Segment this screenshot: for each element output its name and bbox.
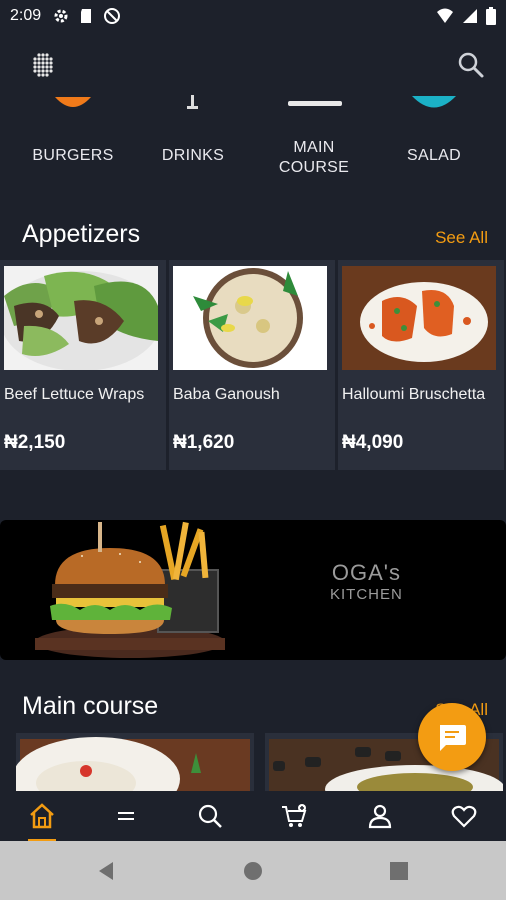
category-salad[interactable]: SALAD: [374, 95, 494, 166]
dots-grid-icon: [33, 53, 53, 77]
burger-fries-image: [35, 521, 225, 658]
cart-icon: [282, 804, 307, 827]
profile-icon: [368, 804, 392, 829]
product-name: Beef Lettuce Wraps: [4, 386, 145, 403]
grid-menu-button[interactable]: [28, 50, 58, 80]
main-course-thumbnail: [288, 101, 342, 106]
settings-icon: [54, 9, 68, 23]
nav-cart[interactable]: [252, 791, 336, 841]
product-image: [16, 737, 250, 791]
product-name: Baba Ganoush: [173, 386, 280, 403]
home-icon: [30, 803, 54, 829]
category-label: DRINKS: [161, 147, 225, 164]
appetizers-see-all-link[interactable]: See All: [435, 228, 488, 248]
salad-thumbnail: [412, 96, 456, 108]
sd-card-icon: [81, 9, 92, 23]
nav-search[interactable]: [168, 791, 252, 841]
menu-icon: [118, 812, 134, 820]
back-icon[interactable]: [96, 860, 118, 882]
status-time: 2:09: [10, 7, 42, 24]
category-burgers[interactable]: BURGERS: [13, 95, 133, 166]
heart-icon: [451, 805, 477, 828]
search-icon: [198, 804, 222, 828]
product-image: [4, 266, 158, 370]
wifi-icon: [437, 8, 453, 23]
chat-fab-button[interactable]: [418, 703, 486, 771]
search-button[interactable]: [456, 50, 486, 80]
burger-thumbnail: [55, 97, 91, 107]
product-card[interactable]: Beef Lettuce Wraps ₦2,150: [0, 260, 166, 470]
do-not-disturb-icon: [104, 8, 121, 24]
home-button-icon[interactable]: [242, 860, 264, 882]
brand-line1: OGA's: [331, 560, 401, 585]
bottom-navigation: [0, 791, 506, 841]
category-row: BURGERS DRINKS MAIN COURSE SALAD: [0, 95, 506, 185]
recents-icon[interactable]: [388, 860, 410, 882]
product-image: [173, 266, 327, 370]
battery-icon: [486, 7, 496, 25]
category-label-line2: COURSE: [278, 159, 350, 176]
main-course-title: Main course: [22, 692, 159, 720]
product-name: Halloumi Bruschetta: [342, 386, 486, 403]
category-label: MAIN: [293, 139, 335, 156]
product-price: ₦2,150: [4, 432, 66, 453]
product-image: [342, 266, 496, 370]
nav-profile[interactable]: [338, 791, 422, 841]
status-bar: 2:09: [0, 0, 506, 32]
nav-menu[interactable]: [84, 791, 168, 841]
signal-icon: [463, 9, 477, 23]
product-card[interactable]: [16, 733, 254, 791]
brand-line2: KITCHEN: [330, 586, 403, 603]
product-card[interactable]: Halloumi Bruschetta ₦4,090: [338, 260, 504, 470]
brand-logo: OGA's KITCHEN: [330, 560, 403, 603]
category-drinks[interactable]: DRINKS: [133, 95, 253, 166]
product-price: ₦4,090: [342, 432, 404, 453]
nav-favorites[interactable]: [422, 791, 506, 841]
category-label: SALAD: [407, 147, 461, 164]
top-bar: [0, 40, 506, 90]
category-main-course[interactable]: MAIN COURSE: [254, 95, 374, 178]
nav-home[interactable]: [0, 791, 84, 841]
product-price: ₦1,620: [173, 432, 235, 453]
product-card[interactable]: Baba Ganoush ₦1,620: [169, 260, 335, 470]
category-label: BURGERS: [32, 147, 114, 164]
search-icon: [458, 52, 484, 78]
appetizers-title: Appetizers: [22, 220, 141, 248]
appetizers-list: Beef Lettuce Wraps ₦2,150 Baba Ganoush ₦…: [0, 260, 506, 472]
promo-banner[interactable]: OGA's KITCHEN: [0, 520, 506, 660]
chat-icon: [440, 725, 466, 751]
drink-thumbnail: [187, 95, 198, 109]
system-navigation-bar: [0, 841, 506, 900]
